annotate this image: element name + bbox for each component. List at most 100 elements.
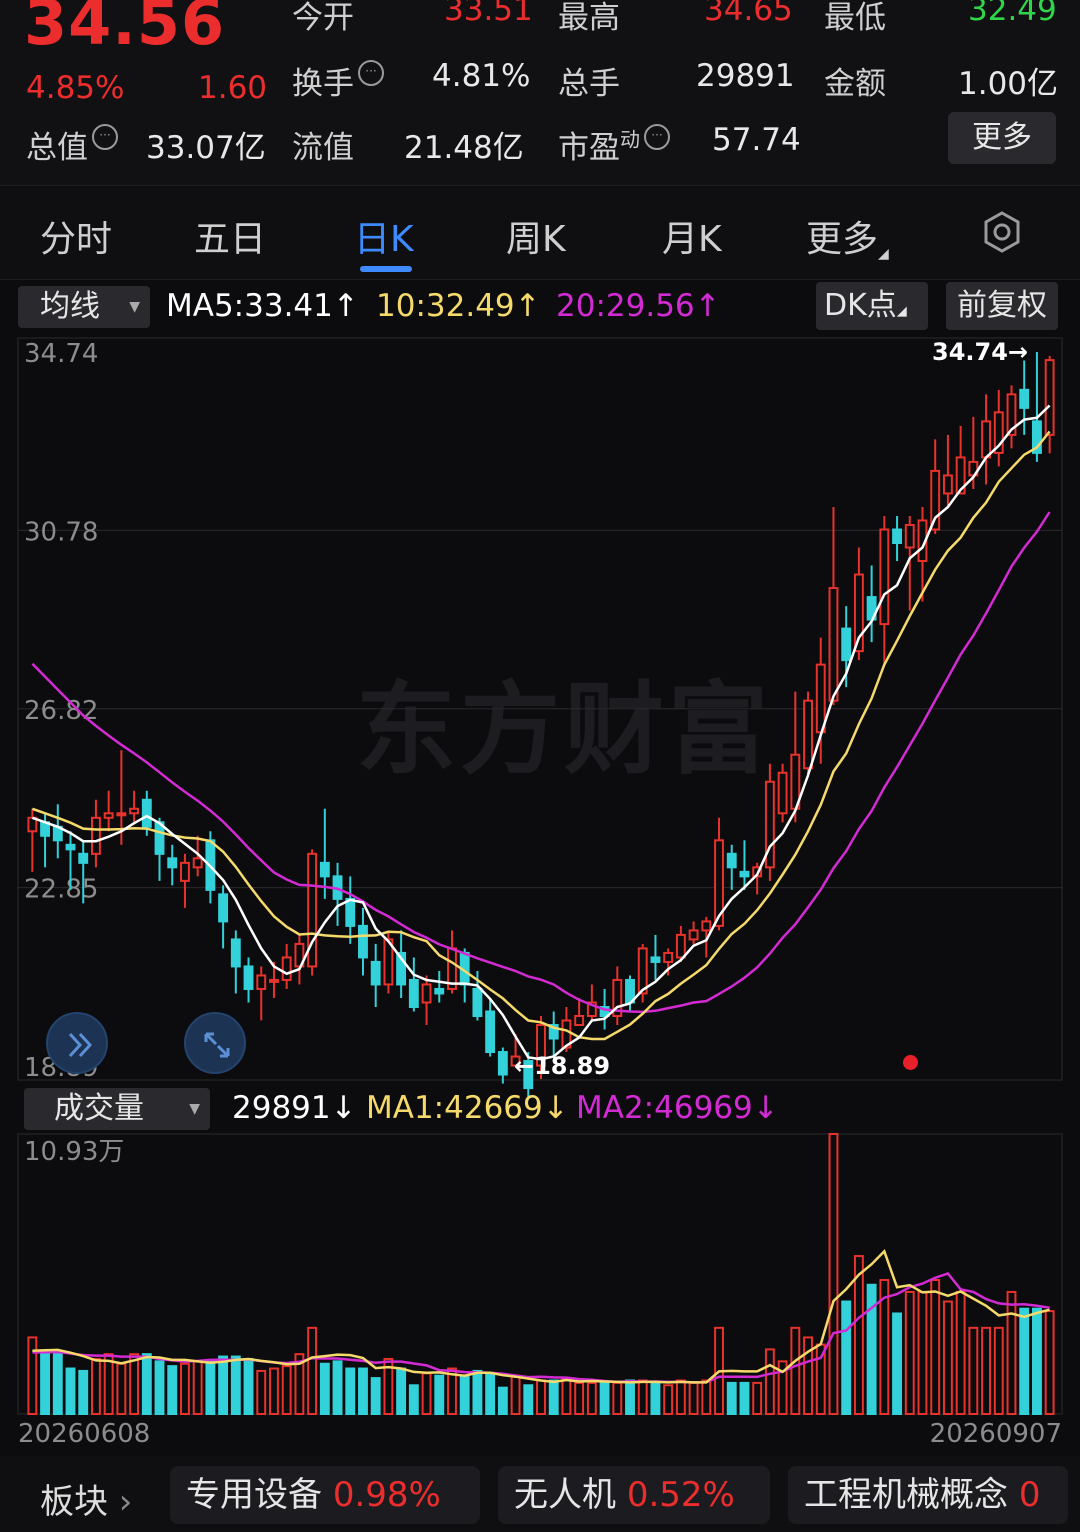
expand-left-button[interactable] xyxy=(46,1012,108,1074)
volume-bar xyxy=(675,1379,686,1415)
sector-chip-2[interactable]: 无人机 0.52% xyxy=(498,1466,770,1524)
volume-bar xyxy=(574,1381,585,1416)
volume-bar xyxy=(332,1360,343,1416)
volume-bar xyxy=(218,1355,229,1415)
candle-body xyxy=(879,528,890,626)
volume-bar xyxy=(65,1367,76,1415)
volume-bar xyxy=(40,1350,51,1416)
volume-bar xyxy=(103,1353,114,1415)
volume-bar xyxy=(472,1369,483,1416)
volume-bar xyxy=(637,1379,648,1415)
candle-body xyxy=(892,528,902,545)
volume-bar xyxy=(434,1374,445,1415)
candle-body xyxy=(192,857,203,869)
candle-body xyxy=(904,523,915,549)
candle-body xyxy=(256,974,267,990)
volume-bar xyxy=(726,1381,737,1416)
volume-bar xyxy=(663,1384,674,1416)
volume-bar xyxy=(319,1362,330,1415)
volume-bar xyxy=(853,1255,864,1415)
sector-label[interactable]: 板块 › xyxy=(40,1474,132,1523)
volume-bar xyxy=(942,1300,953,1415)
volume-bar xyxy=(1019,1307,1030,1415)
volume-bar xyxy=(1031,1307,1042,1415)
candle-body xyxy=(675,933,686,959)
candle-body xyxy=(777,771,788,815)
volume-selector[interactable]: 成交量 ▼ xyxy=(24,1088,210,1130)
down-arrow-icon: ↓ xyxy=(752,1090,779,1126)
price-tick-label: 26.82 xyxy=(24,696,98,726)
volume-bar xyxy=(536,1379,546,1415)
kline-chart[interactable]: 34.7430.7826.8222.8518.8934.74→←18.8910.… xyxy=(0,0,1080,1456)
fullscreen-button[interactable] xyxy=(184,1012,246,1074)
price-tick-label: 30.78 xyxy=(24,517,98,547)
volume-bar xyxy=(955,1290,966,1416)
candle-body xyxy=(739,870,750,878)
candle-body xyxy=(358,924,368,959)
candle-body xyxy=(472,987,483,1017)
candle-body xyxy=(485,1010,496,1054)
volume-bar xyxy=(485,1372,496,1416)
volume-bar xyxy=(358,1367,368,1415)
volume-bar xyxy=(586,1381,597,1416)
volume-bar xyxy=(1044,1310,1055,1415)
candle-body xyxy=(828,587,839,702)
candle-body xyxy=(167,857,178,869)
volume-bar xyxy=(904,1290,915,1416)
volume-bar xyxy=(396,1367,407,1415)
volume-bar xyxy=(510,1374,521,1415)
candle-body xyxy=(701,920,712,932)
candle-body xyxy=(421,983,432,1004)
volume-bar xyxy=(408,1384,419,1416)
volume-bar xyxy=(27,1336,38,1416)
volume-bar xyxy=(180,1362,190,1415)
volume-bar xyxy=(370,1377,381,1415)
candle-body xyxy=(90,816,101,855)
x-start-label: 20260608 xyxy=(18,1419,150,1449)
vol-ma2-legend: MA2:46969↓ xyxy=(576,1090,779,1126)
volume-bar xyxy=(256,1369,267,1416)
volume-max-label: 10.93万 xyxy=(24,1137,124,1167)
volume-bar xyxy=(497,1386,508,1415)
volume-bar xyxy=(892,1312,902,1415)
volume-bar xyxy=(52,1350,63,1416)
x-end-label: 20260907 xyxy=(930,1419,1062,1449)
volume-bar xyxy=(917,1290,928,1416)
volume-bar xyxy=(116,1362,127,1415)
candle-body xyxy=(942,474,953,495)
volume-bar xyxy=(764,1348,775,1416)
candle-body xyxy=(370,960,381,986)
sector-chip-3[interactable]: 工程机械概念 0 xyxy=(788,1466,1068,1524)
candle-body xyxy=(841,627,852,662)
vol-legend: 29891↓ xyxy=(232,1090,357,1126)
candle-body xyxy=(1019,388,1030,409)
candle-body xyxy=(281,956,292,981)
down-arrow-icon: ↓ xyxy=(542,1090,569,1126)
candle-body xyxy=(688,929,699,941)
candle-body xyxy=(726,852,737,869)
candle-body xyxy=(803,699,813,770)
candle-body xyxy=(78,852,89,864)
candle-body xyxy=(663,951,674,963)
volume-bar xyxy=(269,1367,279,1415)
volume-bar xyxy=(599,1381,610,1416)
volume-bar xyxy=(993,1326,1004,1416)
ma5-line xyxy=(31,404,1051,1061)
signal-dot[interactable] xyxy=(903,1055,918,1070)
volume-bar xyxy=(345,1367,356,1415)
volume-bar xyxy=(841,1300,852,1415)
volume-bar xyxy=(968,1326,979,1416)
volume-bar xyxy=(230,1355,241,1415)
sector-chip-1[interactable]: 专用设备 0.98% xyxy=(170,1466,480,1524)
candle-body xyxy=(1044,359,1055,436)
candle-body xyxy=(141,798,152,828)
volume-bar xyxy=(78,1369,89,1416)
candle-body xyxy=(269,978,279,983)
candle-body xyxy=(243,965,254,990)
low-annotation: ←18.89 xyxy=(514,1052,610,1080)
volume-bar xyxy=(739,1381,750,1416)
volume-bar xyxy=(625,1379,635,1415)
volume-bar xyxy=(981,1326,992,1416)
candle-body xyxy=(129,807,140,815)
volume-bar xyxy=(790,1326,801,1416)
